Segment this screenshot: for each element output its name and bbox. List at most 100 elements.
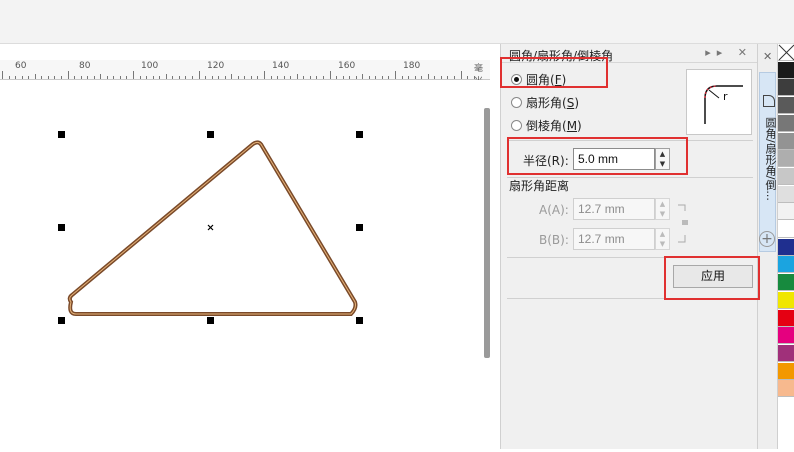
no-color-swatch[interactable] bbox=[778, 44, 794, 61]
color-swatch[interactable] bbox=[778, 380, 794, 398]
a-label: A(A): bbox=[539, 203, 569, 217]
color-swatch[interactable] bbox=[778, 97, 794, 115]
corner-preview: r bbox=[686, 69, 752, 135]
fillet-preview-icon: r bbox=[704, 85, 743, 124]
ruler-tick bbox=[218, 76, 220, 79]
a-input bbox=[573, 198, 655, 220]
ruler-tick bbox=[237, 76, 239, 79]
color-swatch[interactable] bbox=[778, 309, 794, 327]
fillet-docker-panel: 圆角/扇形角/倒棱角 ▸▸ ✕ 圆角(F) 扇形角(S) 倒棱角(M) r 半径… bbox=[501, 44, 757, 449]
color-swatch[interactable] bbox=[778, 150, 794, 168]
ruler-tick bbox=[113, 76, 115, 79]
radio-scallop[interactable]: 扇形角(S) bbox=[511, 93, 579, 111]
ruler-tick bbox=[467, 76, 469, 79]
color-swatch[interactable] bbox=[778, 79, 794, 97]
ruler-label: 100 bbox=[141, 61, 159, 71]
color-swatch[interactable] bbox=[778, 221, 794, 238]
spin-up-icon: ▲ bbox=[659, 230, 666, 238]
ruler-tick bbox=[165, 74, 167, 79]
spin-down-icon[interactable]: ▼ bbox=[656, 159, 669, 169]
selection-handle bbox=[356, 224, 363, 231]
ruler-tick bbox=[277, 76, 279, 79]
ruler-tick bbox=[139, 76, 141, 79]
vertical-scrollbar[interactable] bbox=[484, 108, 490, 358]
b-input bbox=[573, 228, 655, 250]
ruler-tick bbox=[336, 76, 338, 79]
selection-handle bbox=[58, 317, 65, 324]
spin-up-icon: ▲ bbox=[659, 200, 666, 208]
svg-text:r: r bbox=[723, 90, 728, 103]
radio-circle-icon[interactable] bbox=[511, 119, 522, 131]
ruler-tick bbox=[8, 76, 10, 79]
color-swatch[interactable] bbox=[778, 61, 794, 79]
radio-label: 扇形角(S) bbox=[526, 95, 579, 110]
color-swatch[interactable] bbox=[778, 274, 794, 292]
b-spinner: ▲ ▼ bbox=[655, 228, 670, 250]
radio-chamfer[interactable]: 倒棱角(M) bbox=[511, 116, 582, 134]
color-swatch[interactable] bbox=[778, 185, 794, 203]
color-swatch[interactable] bbox=[778, 344, 794, 362]
ruler-label: 80 bbox=[79, 61, 91, 71]
canvas-drawing[interactable] bbox=[0, 80, 490, 449]
radio-label: 圆角(F) bbox=[526, 72, 567, 87]
color-swatch[interactable] bbox=[778, 327, 794, 345]
ruler-tick bbox=[106, 76, 108, 79]
panel-controls[interactable]: ▸▸ ✕ bbox=[705, 46, 753, 59]
ruler-tick bbox=[126, 76, 128, 79]
tab-fillet[interactable]: 圆角/扇形角/倒... bbox=[759, 72, 777, 252]
ruler-tick bbox=[178, 76, 180, 79]
ruler-tick bbox=[322, 76, 324, 79]
separator bbox=[507, 298, 753, 299]
ruler-tick bbox=[146, 76, 148, 79]
tab-label: 圆角/扇形角/倒... bbox=[764, 117, 777, 201]
ruler-tick bbox=[368, 76, 370, 79]
ruler-tick bbox=[231, 74, 233, 79]
ruler-tick bbox=[309, 76, 311, 79]
triangle-shape bbox=[67, 140, 358, 316]
color-palette[interactable] bbox=[777, 44, 794, 449]
drawing-canvas[interactable] bbox=[0, 80, 490, 449]
ruler-tick bbox=[421, 76, 423, 79]
ruler-tick bbox=[74, 76, 76, 79]
color-swatch[interactable] bbox=[778, 203, 794, 221]
ruler-tick bbox=[388, 76, 390, 79]
ruler-tick bbox=[427, 74, 429, 79]
ruler-label: 60 bbox=[15, 61, 27, 71]
color-swatch[interactable] bbox=[778, 132, 794, 150]
ruler-tick bbox=[440, 76, 442, 79]
ruler-label: 160 bbox=[338, 61, 356, 71]
close-icon[interactable]: ✕ bbox=[763, 50, 772, 63]
color-swatch[interactable] bbox=[778, 114, 794, 132]
ruler-tick bbox=[434, 76, 436, 79]
color-swatch[interactable] bbox=[778, 256, 794, 274]
spin-up-icon[interactable]: ▲ bbox=[656, 149, 669, 159]
ruler-tick bbox=[191, 76, 193, 79]
b-label: B(B): bbox=[539, 233, 569, 247]
docker-tab-strip: ✕ 圆角/扇形角/倒... + bbox=[757, 44, 777, 449]
ruler-tick bbox=[375, 76, 377, 79]
radius-input[interactable] bbox=[573, 148, 655, 170]
ruler-tick bbox=[28, 76, 30, 79]
add-tab-icon[interactable]: + bbox=[759, 231, 775, 247]
ruler-tick bbox=[133, 71, 134, 79]
color-swatch[interactable] bbox=[778, 238, 794, 256]
color-swatch[interactable] bbox=[778, 362, 794, 380]
color-swatch[interactable] bbox=[778, 291, 794, 309]
separator bbox=[507, 140, 753, 141]
distance-heading: 扇形角距离 bbox=[509, 179, 570, 193]
separator bbox=[507, 257, 753, 258]
selection-handle bbox=[58, 131, 65, 138]
apply-button[interactable]: 应用 bbox=[673, 265, 753, 288]
ruler-tick bbox=[414, 76, 416, 79]
ruler-tick bbox=[401, 76, 403, 79]
radius-spinner[interactable]: ▲ ▼ bbox=[655, 148, 670, 170]
a-spinner: ▲ ▼ bbox=[655, 198, 670, 220]
radio-circle-icon[interactable] bbox=[511, 73, 522, 85]
color-swatch[interactable] bbox=[778, 167, 794, 185]
radio-circle-icon[interactable] bbox=[511, 96, 522, 108]
ruler-tick bbox=[244, 76, 246, 79]
horizontal-ruler[interactable]: 60 80 100 120 140 160 180 毫米 bbox=[0, 60, 490, 87]
radio-fillet[interactable]: 圆角(F) bbox=[511, 70, 566, 88]
spin-down-icon: ▼ bbox=[659, 210, 666, 218]
ruler-label: 120 bbox=[207, 61, 225, 71]
